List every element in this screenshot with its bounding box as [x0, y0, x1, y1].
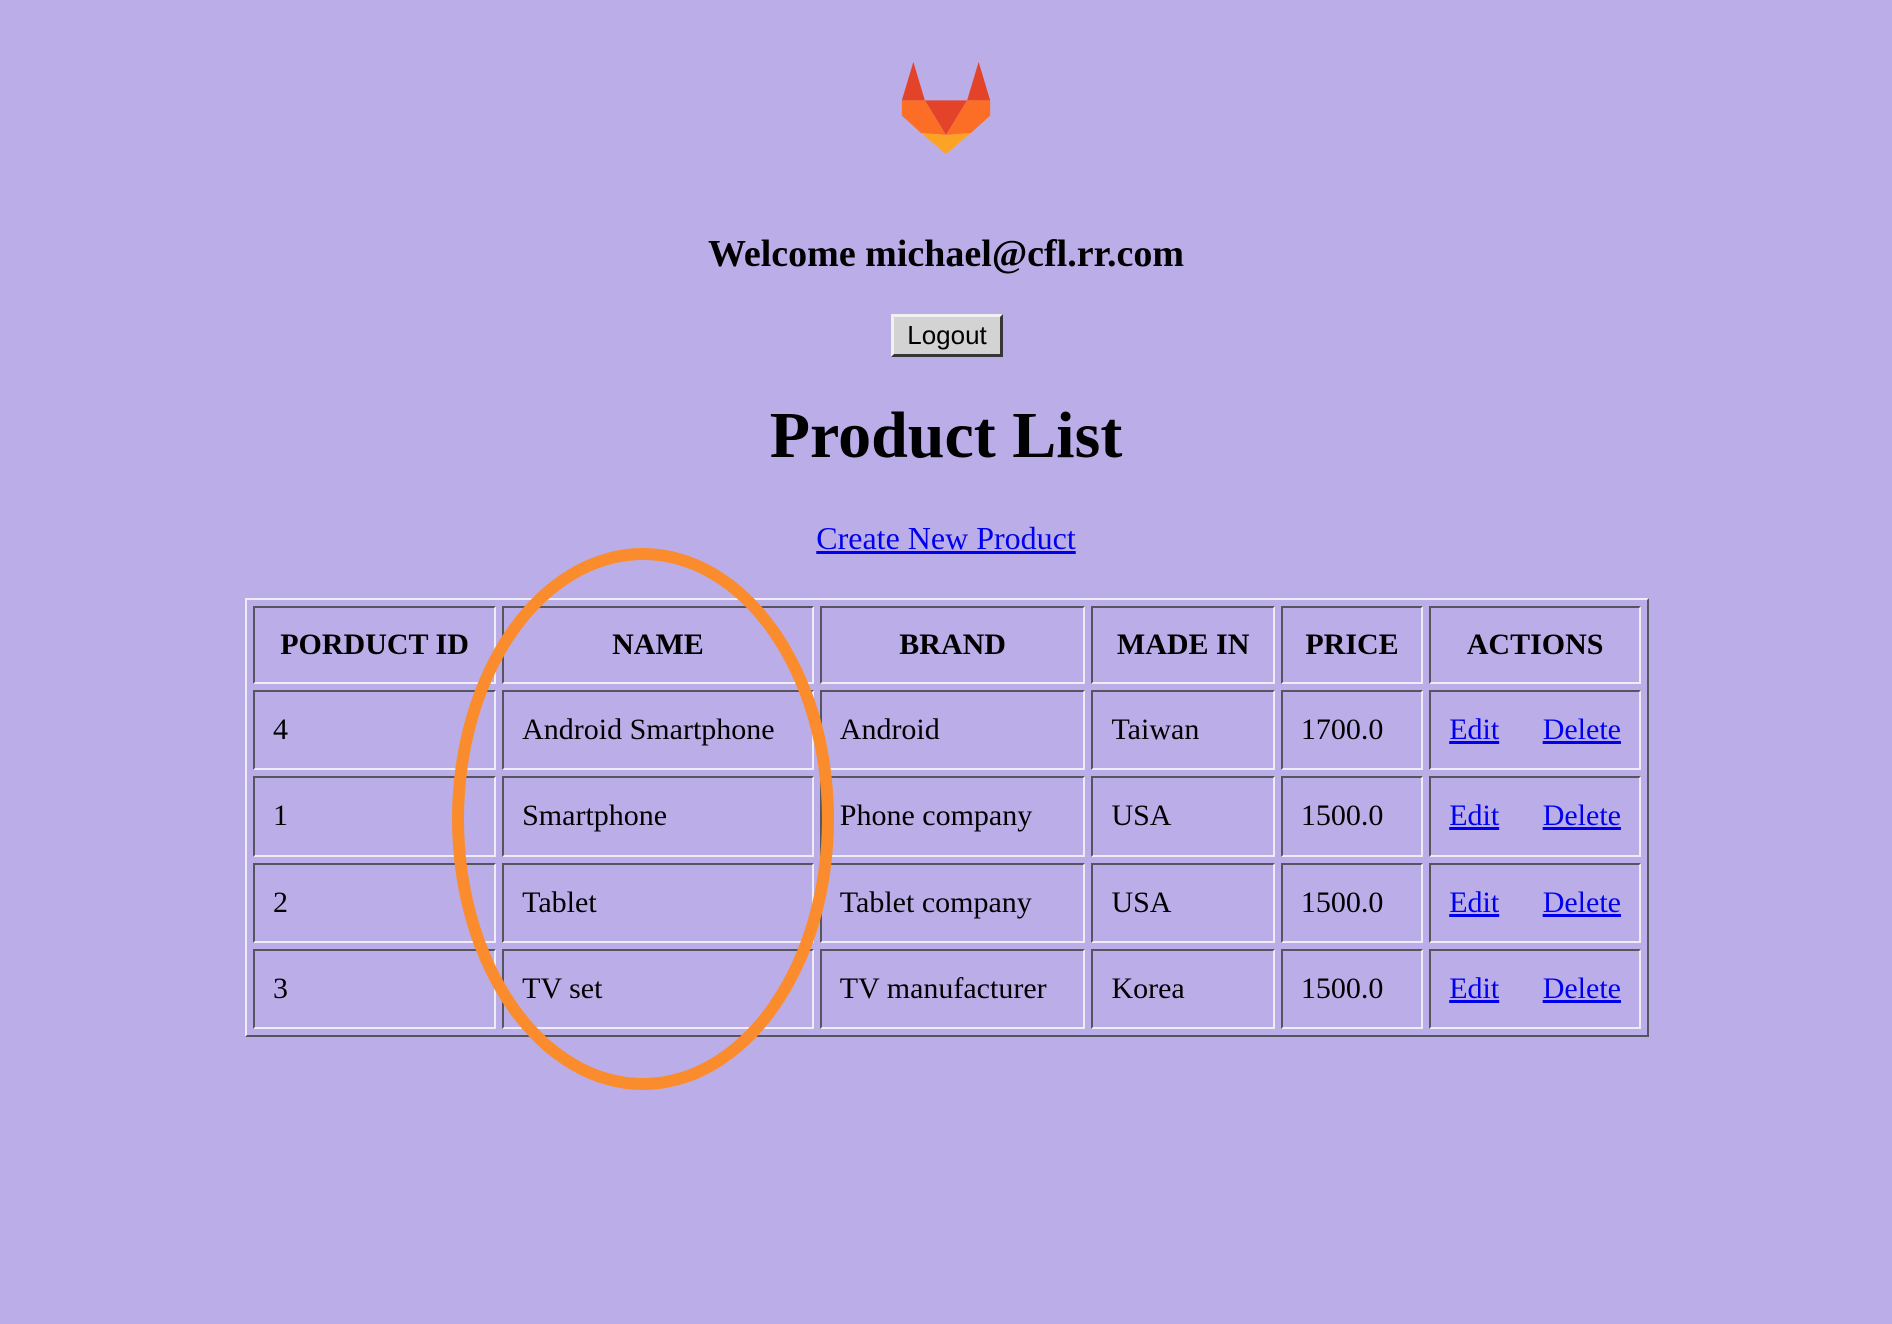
column-header-made-in: MADE IN: [1091, 606, 1275, 684]
page-title: Product List: [769, 399, 1123, 472]
table-row: 2 Tablet Tablet company USA 1500.0 Edit …: [253, 862, 1641, 943]
cell-brand: Tablet company: [819, 862, 1086, 943]
cell-name: TV set: [502, 948, 814, 1029]
column-header-brand: BRAND: [819, 606, 1086, 684]
table-row: 4 Android Smartphone Android Taiwan 1700…: [253, 690, 1641, 771]
gitlab-fox-icon: [901, 61, 991, 155]
table-row: 3 TV set TV manufacturer Korea 1500.0 Ed…: [253, 948, 1641, 1029]
cell-brand: Phone company: [819, 776, 1086, 857]
cell-brand: Android: [819, 690, 1086, 771]
delete-link[interactable]: Delete: [1543, 713, 1621, 746]
cell-brand: TV manufacturer: [819, 948, 1086, 1029]
delete-link[interactable]: Delete: [1543, 799, 1621, 832]
cell-price: 1500.0: [1280, 776, 1424, 857]
edit-link[interactable]: Edit: [1449, 972, 1499, 1005]
cell-product-id: 4: [253, 690, 497, 771]
logo-chin: [921, 132, 971, 155]
logout-form: Logout: [891, 314, 1003, 357]
cell-name: Smartphone: [502, 776, 814, 857]
logout-button[interactable]: Logout: [891, 314, 1003, 357]
cell-product-id: 1: [253, 776, 497, 857]
cell-actions: Edit Delete: [1429, 948, 1641, 1029]
product-table: PORDUCT ID NAME BRAND MADE IN PRICE ACTI…: [245, 598, 1649, 1037]
cell-actions: Edit Delete: [1429, 690, 1641, 771]
cell-made-in: Taiwan: [1091, 690, 1275, 771]
logo-left-ear: [901, 61, 925, 101]
cell-price: 1500.0: [1280, 862, 1424, 943]
cell-made-in: Korea: [1091, 948, 1275, 1029]
column-header-product-id: PORDUCT ID: [253, 606, 497, 684]
create-new-product-link[interactable]: Create New Product: [816, 520, 1075, 556]
cell-actions: Edit Delete: [1429, 862, 1641, 943]
cell-name: Android Smartphone: [502, 690, 814, 771]
table-row: 1 Smartphone Phone company USA 1500.0 Ed…: [253, 776, 1641, 857]
cell-product-id: 2: [253, 862, 497, 943]
cell-name: Tablet: [502, 862, 814, 943]
cell-price: 1500.0: [1280, 948, 1424, 1029]
edit-link[interactable]: Edit: [1449, 799, 1499, 832]
column-header-name: NAME: [502, 606, 814, 684]
edit-link[interactable]: Edit: [1449, 886, 1499, 919]
cell-price: 1700.0: [1280, 690, 1424, 771]
table-header-row: PORDUCT ID NAME BRAND MADE IN PRICE ACTI…: [253, 606, 1641, 684]
column-header-price: PRICE: [1280, 606, 1424, 684]
cell-actions: Edit Delete: [1429, 776, 1641, 857]
cell-made-in: USA: [1091, 862, 1275, 943]
column-header-actions: ACTIONS: [1429, 606, 1641, 684]
welcome-message: Welcome michael@cfl.rr.com: [707, 233, 1185, 275]
delete-link[interactable]: Delete: [1543, 972, 1621, 1005]
edit-link[interactable]: Edit: [1449, 713, 1499, 746]
create-link-container: Create New Product: [0, 518, 1892, 558]
cell-product-id: 3: [253, 948, 497, 1029]
logo-right-ear: [967, 61, 991, 101]
cell-made-in: USA: [1091, 776, 1275, 857]
delete-link[interactable]: Delete: [1543, 886, 1621, 919]
